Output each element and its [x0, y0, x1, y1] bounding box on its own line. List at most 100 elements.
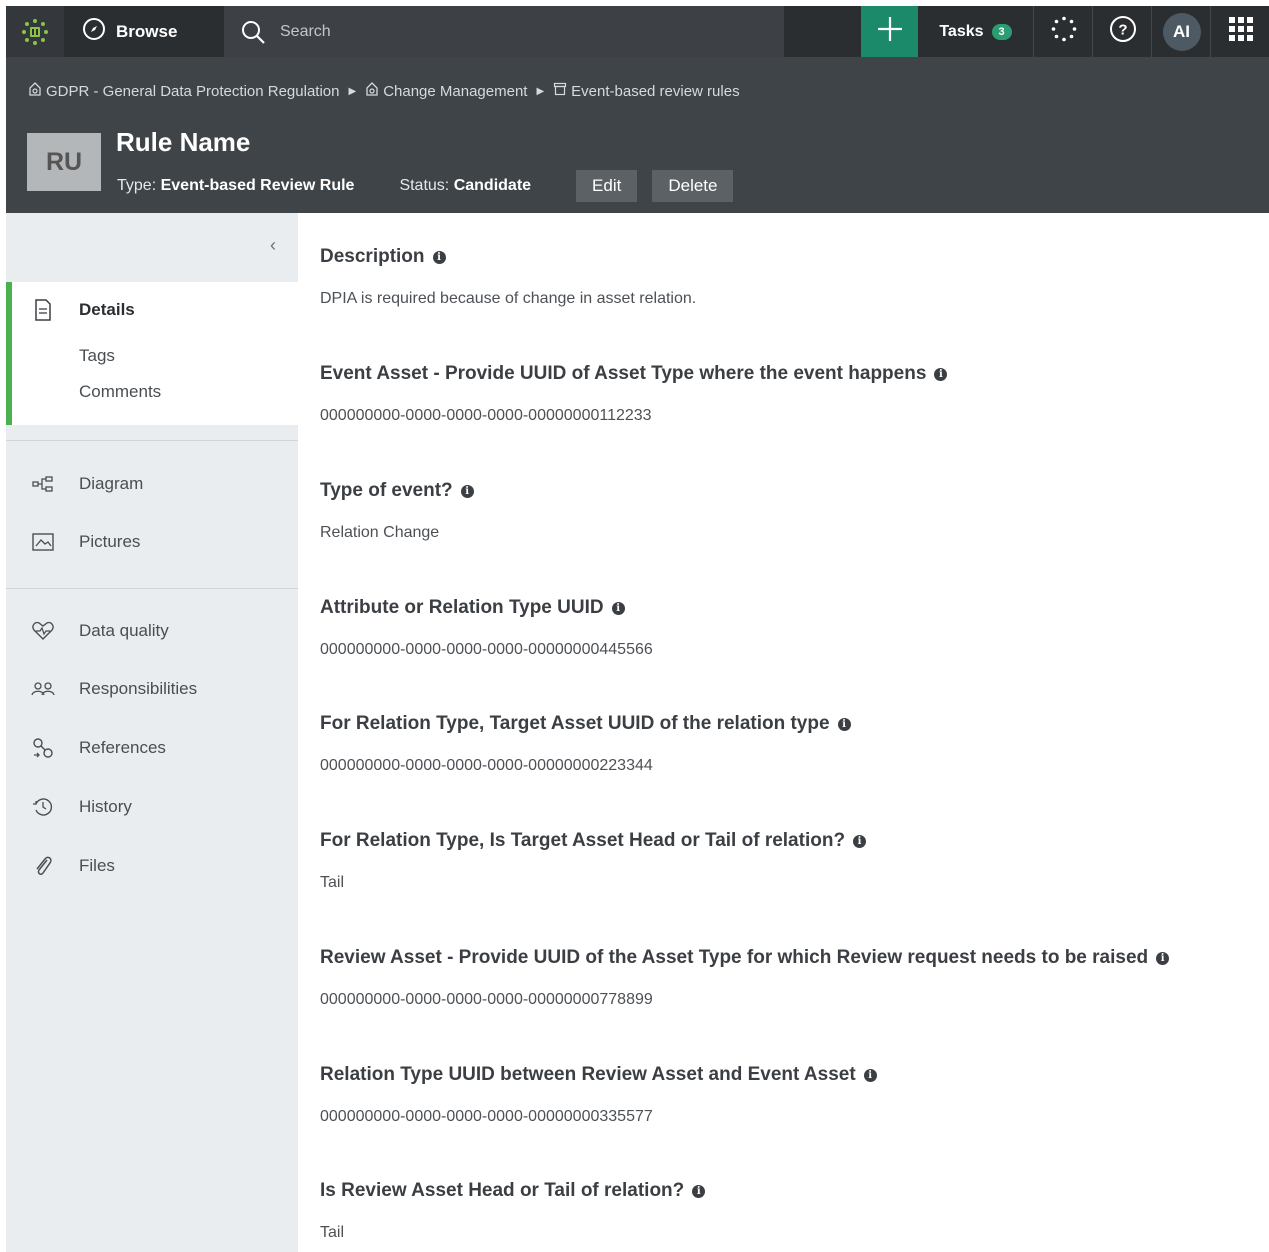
attribute-value[interactable]: 000000000-0000-0000-0000-00000000112233: [320, 407, 1269, 425]
attribute-value[interactable]: 000000000-0000-0000-0000-00000000778899: [320, 991, 1269, 1009]
breadcrumb: GDPR - General Data Protection Regulatio…: [28, 82, 740, 100]
global-search-input[interactable]: Search: [224, 6, 784, 57]
breadcrumb-label: Change Management: [383, 82, 528, 100]
chevron-right-icon: ▶: [536, 85, 545, 97]
attribute-field: Review Asset - Provide UUID of the Asset…: [320, 947, 1269, 1009]
attribute-value[interactable]: 000000000-0000-0000-0000-00000000445566: [320, 641, 1269, 659]
chevron-left-icon[interactable]: ‹: [270, 235, 276, 256]
sidebar-item-files[interactable]: Files: [6, 854, 298, 878]
info-icon[interactable]: i: [611, 601, 625, 615]
info-icon[interactable]: i: [934, 367, 948, 381]
asset-avatar: RU: [27, 133, 101, 191]
info-icon[interactable]: i: [432, 250, 446, 264]
asset-status: Status: Candidate: [399, 177, 531, 195]
tasks-count-badge: 3: [991, 23, 1012, 40]
attribute-value[interactable]: Tail: [320, 1224, 1269, 1242]
chevron-right-icon: ▶: [348, 85, 357, 97]
help-button[interactable]: ?: [1094, 6, 1152, 57]
sidebar-item-responsibilities[interactable]: Responsibilities: [6, 679, 298, 699]
sidebar-item-label: Details: [79, 300, 135, 319]
domain-icon: [553, 82, 567, 100]
browse-button[interactable]: Browse: [82, 6, 177, 57]
sidebar-divider: [6, 440, 298, 441]
delete-button[interactable]: Delete: [652, 170, 734, 202]
community-icon: [28, 82, 42, 100]
heart-pulse-icon: [6, 621, 79, 641]
sidebar-item-tags[interactable]: Tags: [79, 346, 115, 366]
info-icon[interactable]: i: [692, 1184, 706, 1198]
attribute-label: Event Asset - Provide UUID of Asset Type…: [320, 363, 1269, 385]
edit-button[interactable]: Edit: [576, 170, 638, 202]
history-icon: [6, 796, 79, 818]
top-navigation-bar: Browse Search Tasks 3 ? AI: [6, 6, 1269, 57]
attribute-label-text: Type of event?: [320, 480, 453, 501]
attribute-value[interactable]: 000000000-0000-0000-0000-00000000335577: [320, 1108, 1269, 1126]
attribute-label-text: Event Asset - Provide UUID of Asset Type…: [320, 363, 927, 384]
attribute-label: For Relation Type, Is Target Asset Head …: [320, 830, 1269, 852]
attribute-label: Attribute or Relation Type UUID i: [320, 597, 1269, 619]
attribute-label-text: For Relation Type, Target Asset UUID of …: [320, 713, 830, 734]
create-button[interactable]: [861, 6, 918, 57]
svg-text:?: ?: [1118, 22, 1127, 39]
paperclip-icon: [6, 854, 79, 878]
asset-type-value: Event-based Review Rule: [160, 177, 355, 194]
attribute-label: Relation Type UUID between Review Asset …: [320, 1064, 1269, 1086]
asset-status-value: Candidate: [453, 177, 532, 194]
attribute-field: Event Asset - Provide UUID of Asset Type…: [320, 363, 1269, 425]
breadcrumb-label: GDPR - General Data Protection Regulatio…: [46, 82, 340, 100]
attribute-value[interactable]: 000000000-0000-0000-0000-00000000223344: [320, 757, 1269, 775]
breadcrumb-item-subcommunity[interactable]: Change Management: [365, 82, 527, 100]
info-icon[interactable]: i: [863, 1068, 877, 1082]
user-avatar: AI: [1162, 12, 1201, 51]
attribute-field: Description i DPIA is required because of…: [320, 246, 1269, 308]
attribute-label-text: For Relation Type, Is Target Asset Head …: [320, 830, 846, 851]
attribute-label-text: Description: [320, 246, 425, 267]
attribute-label: Type of event? i: [320, 480, 1269, 502]
grid-apps-icon: [1228, 16, 1254, 47]
info-icon[interactable]: i: [837, 717, 851, 731]
attribute-value[interactable]: Tail: [320, 874, 1269, 892]
sidebar-item-label: Diagram: [79, 474, 144, 493]
attribute-field: For Relation Type, Is Target Asset Head …: [320, 830, 1269, 892]
tasks-button[interactable]: Tasks 3: [918, 6, 1034, 57]
apps-menu-button[interactable]: [1212, 6, 1269, 57]
sidebar-item-data-quality[interactable]: Data quality: [6, 621, 298, 641]
sidebar-item-comments[interactable]: Comments: [79, 382, 161, 402]
attribute-label-text: Attribute or Relation Type UUID: [320, 597, 604, 618]
info-icon[interactable]: i: [1156, 951, 1170, 965]
attribute-field: Type of event? i Relation Change: [320, 480, 1269, 542]
attribute-label: Review Asset - Provide UUID of the Asset…: [320, 947, 1269, 969]
attribute-label-text: Is Review Asset Head or Tail of relation…: [320, 1180, 685, 1201]
sidebar-item-label: Files: [79, 856, 115, 875]
attribute-label-text: Review Asset - Provide UUID of the Asset…: [320, 947, 1149, 968]
sidebar-item-pictures[interactable]: Pictures: [6, 532, 298, 552]
sidebar-item-history[interactable]: History: [6, 796, 298, 818]
info-icon[interactable]: i: [460, 484, 474, 498]
breadcrumb-label: Event-based review rules: [571, 82, 740, 100]
document-icon: [6, 299, 79, 321]
search-placeholder: Search: [280, 22, 331, 40]
attribute-value[interactable]: Relation Change: [320, 524, 1269, 542]
collibra-logo-icon[interactable]: [6, 6, 64, 57]
asset-type: Type: Event-based Review Rule: [117, 177, 354, 195]
help-icon: ?: [1109, 15, 1137, 48]
sidebar-item-label: References: [79, 738, 166, 757]
asset-status-label: Status:: [399, 177, 450, 194]
attribute-value[interactable]: DPIA is required because of change in as…: [320, 290, 1269, 308]
sidebar-item-label: Data quality: [79, 621, 169, 640]
breadcrumb-item-domain[interactable]: Event-based review rules: [553, 82, 740, 100]
sidebar-item-references[interactable]: References: [6, 737, 298, 759]
sidebar-item-diagram[interactable]: Diagram: [6, 474, 298, 494]
compass-icon: [82, 17, 106, 46]
info-icon[interactable]: i: [853, 834, 867, 848]
attribute-field: Attribute or Relation Type UUID i 0000000…: [320, 597, 1269, 659]
asset-type-label: Type:: [117, 177, 157, 194]
activity-button[interactable]: [1035, 6, 1093, 57]
breadcrumb-item-community[interactable]: GDPR - General Data Protection Regulatio…: [28, 82, 339, 100]
sidebar-item-details[interactable]: Details: [6, 299, 298, 321]
sidebar-item-label: History: [79, 797, 132, 816]
user-menu-button[interactable]: AI: [1153, 6, 1211, 57]
attribute-field: Relation Type UUID between Review Asset …: [320, 1064, 1269, 1126]
asset-meta: Type: Event-based Review Rule Status: Ca…: [117, 170, 734, 202]
attribute-label-text: Relation Type UUID between Review Asset …: [320, 1064, 856, 1085]
